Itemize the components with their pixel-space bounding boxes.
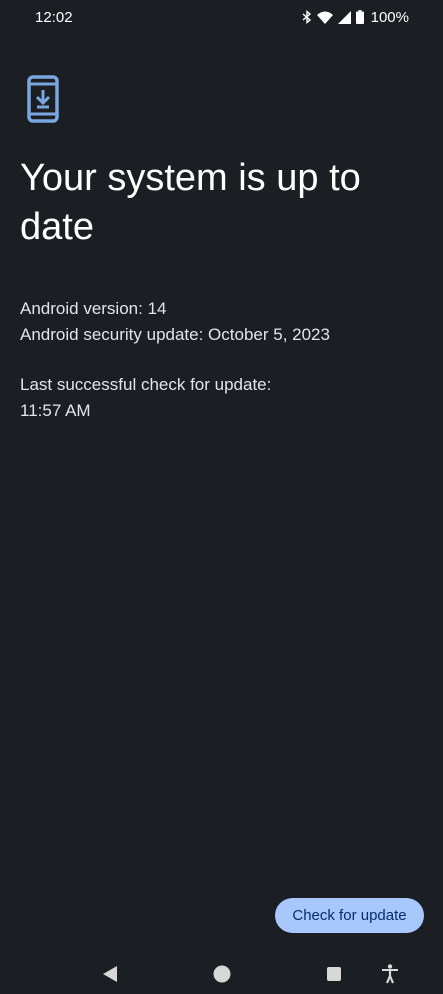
back-button[interactable] [98, 964, 122, 988]
battery-percent: 100% [370, 8, 409, 26]
check-for-update-button[interactable]: Check for update [275, 898, 424, 933]
version-info: Android version: 14 Android security upd… [20, 296, 330, 348]
cell-signal-icon [337, 10, 351, 24]
accessibility-icon [381, 963, 399, 989]
bluetooth-icon [302, 10, 312, 24]
system-update-screen: 12:02 100% Your system is up to date And… [0, 0, 443, 994]
accessibility-button[interactable] [378, 963, 402, 989]
status-time: 12:02 [35, 8, 73, 26]
recents-icon [326, 966, 342, 987]
last-check-time: 11:57 AM [20, 401, 91, 420]
status-bar: 12:02 100% [0, 0, 443, 34]
last-check-label: Last successful check for update: [20, 375, 272, 394]
last-check-info: Last successful check for update: 11:57 … [20, 372, 271, 424]
battery-icon [355, 10, 364, 24]
home-button[interactable] [210, 964, 234, 988]
page-title: Your system is up to date [20, 157, 361, 248]
security-update-text: Android security update: October 5, 2023 [20, 325, 330, 344]
recents-button[interactable] [322, 964, 346, 988]
home-icon [212, 964, 232, 989]
wifi-icon [316, 11, 333, 24]
android-version-text: Android version: 14 [20, 299, 167, 318]
navigation-bar [0, 952, 443, 994]
system-update-icon [27, 75, 61, 123]
status-icons: 100% [302, 9, 409, 26]
back-icon [102, 965, 118, 988]
